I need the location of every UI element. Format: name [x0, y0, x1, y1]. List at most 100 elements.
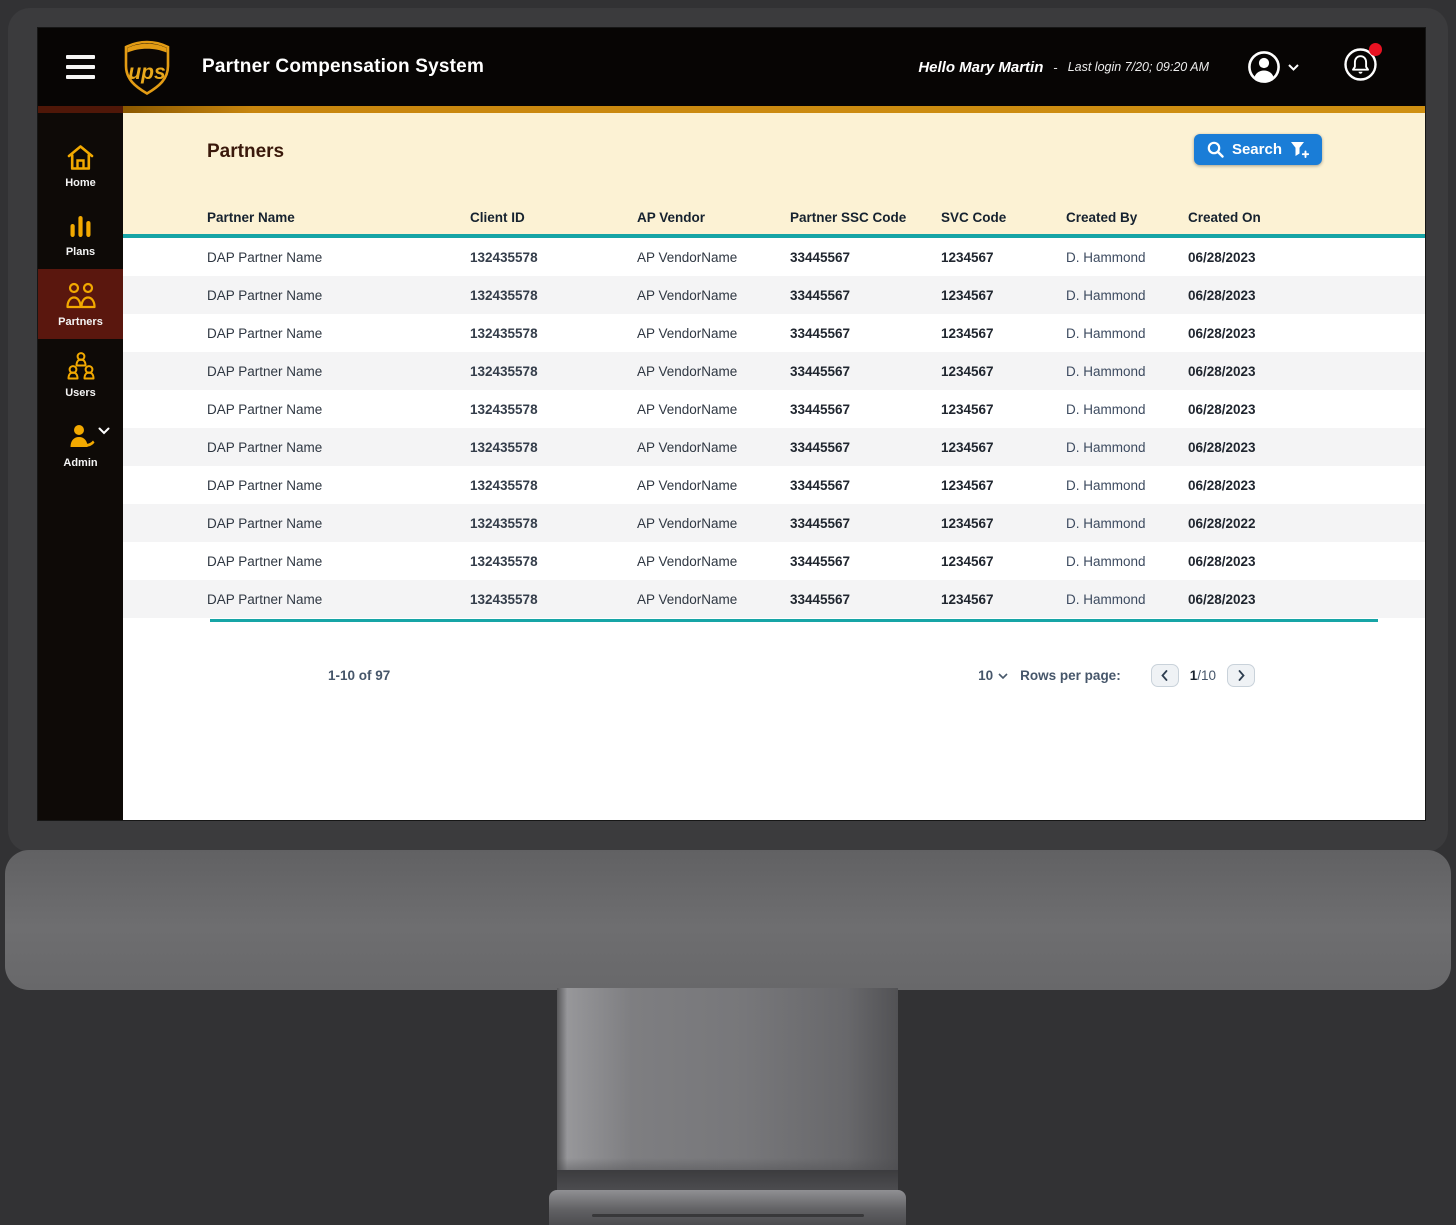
table-row[interactable]: DAP Partner Name 132435578 AP VendorName 33…: [123, 238, 1425, 276]
table-cell: D. Hammond: [1066, 363, 1146, 379]
notification-badge: [1369, 43, 1382, 56]
table-cell: DAP Partner Name: [207, 553, 323, 569]
table-cell: 06/28/2023: [1188, 477, 1256, 493]
chevron-right-icon: [1238, 670, 1245, 681]
table-cell: D. Hammond: [1066, 439, 1146, 455]
table-cell: 33445567: [790, 287, 851, 303]
table-cell: 132435578: [470, 249, 538, 265]
table-cell: DAP Partner Name: [207, 249, 323, 265]
table-cell: 132435578: [470, 325, 538, 341]
table-row[interactable]: DAP Partner Name 132435578 AP VendorName 33…: [123, 542, 1425, 580]
search-button[interactable]: Search: [1193, 134, 1322, 165]
column-header-partner-ssc-code: Partner SSC Code: [790, 210, 907, 225]
table-cell: DAP Partner Name: [207, 591, 323, 607]
table-cell: 132435578: [470, 287, 538, 303]
table-body: DAP Partner Name 132435578 AP VendorName 33…: [123, 238, 1425, 618]
next-page-button[interactable]: [1227, 664, 1255, 687]
svg-text:ups: ups: [128, 61, 165, 84]
previous-page-button[interactable]: [1150, 664, 1179, 687]
table-row[interactable]: DAP Partner Name 132435578 AP VendorName 33…: [123, 504, 1425, 542]
table-cell: 06/28/2023: [1188, 591, 1256, 607]
table-cell: 06/28/2023: [1188, 439, 1256, 455]
table-row[interactable]: DAP Partner Name 132435578 AP VendorName 33…: [123, 428, 1425, 466]
table-cell: 1234567: [941, 477, 994, 493]
table-cell: AP VendorName: [637, 325, 738, 341]
table-cell: AP VendorName: [637, 287, 738, 303]
column-header-client-id: Client ID: [470, 210, 525, 225]
table-cell: 06/28/2023: [1188, 363, 1256, 379]
table-row[interactable]: DAP Partner Name 132435578 AP VendorName 33…: [123, 276, 1425, 314]
accent-strip: [38, 106, 1425, 113]
table-cell: 132435578: [470, 515, 538, 531]
column-header-ap-vendor: AP Vendor: [637, 210, 706, 225]
table-cell: DAP Partner Name: [207, 477, 323, 493]
monitor-stand-slot: [592, 1214, 864, 1217]
table-cell: D. Hammond: [1066, 553, 1146, 569]
table-row[interactable]: DAP Partner Name 132435578 AP VendorName 33…: [123, 580, 1425, 618]
table-cell: 132435578: [470, 591, 538, 607]
monitor-chin: [5, 850, 1451, 990]
sidebar-item-label: Partners: [58, 316, 103, 328]
app-title: Partner Compensation System: [202, 56, 485, 77]
user-avatar-icon: [1248, 51, 1280, 83]
user-avatar-button[interactable]: [1247, 50, 1299, 84]
table-cell: 06/28/2023: [1188, 401, 1256, 417]
sidebar-item-partners[interactable]: Partners: [38, 269, 123, 339]
sidebar-item-home[interactable]: Home: [38, 131, 123, 200]
page-indicator: 1/10: [1190, 668, 1216, 683]
table-cell: AP VendorName: [637, 249, 738, 265]
chevron-down-icon: [1288, 63, 1299, 71]
sidebar-item-admin[interactable]: Admin: [38, 410, 123, 480]
table-cell: 33445567: [790, 515, 851, 531]
sidebar-item-label: Plans: [65, 246, 96, 258]
table-cell: 132435578: [470, 363, 538, 379]
table-cell: AP VendorName: [637, 591, 738, 607]
chevron-left-icon: [1161, 670, 1168, 681]
table-cell: 33445567: [790, 249, 851, 265]
table-cell: AP VendorName: [637, 363, 738, 379]
sidebar-item-users[interactable]: Users: [38, 339, 123, 410]
sidebar-item-label: Home: [65, 177, 96, 189]
table-bottom-divider: [210, 619, 1378, 622]
table-row[interactable]: DAP Partner Name 132435578 AP VendorName 33…: [123, 314, 1425, 352]
user-greeting: Hello Mary Martin: [918, 58, 1044, 76]
rows-per-page-select[interactable]: 10: [978, 668, 1008, 683]
table-row[interactable]: DAP Partner Name 132435578 AP VendorName 33…: [123, 390, 1425, 428]
monitor-stand-flare: [557, 1158, 898, 1192]
top-bar: ups Partner Compensation System Hello Ma…: [38, 28, 1425, 106]
table-cell: AP VendorName: [637, 553, 738, 569]
table-cell: 06/28/2023: [1188, 287, 1256, 303]
table-cell: DAP Partner Name: [207, 287, 323, 303]
chevron-down-icon: [998, 672, 1008, 679]
table-cell: 33445567: [790, 439, 851, 455]
table-cell: DAP Partner Name: [207, 363, 323, 379]
column-header-created-by: Created By: [1066, 210, 1138, 225]
rows-per-page-label: Rows per page:: [1020, 668, 1121, 683]
table-row[interactable]: DAP Partner Name 132435578 AP VendorName 33…: [123, 466, 1425, 504]
ups-logo: ups: [122, 39, 172, 96]
pagination-range-label: 1-10 of 97: [328, 668, 391, 683]
table-cell: 33445567: [790, 553, 851, 569]
table-cell: DAP Partner Name: [207, 515, 323, 531]
table-cell: DAP Partner Name: [207, 325, 323, 341]
admin-icon: [70, 425, 94, 447]
table-cell: 1234567: [941, 249, 994, 265]
notifications-button[interactable]: [1343, 43, 1382, 87]
total-pages: /10: [1197, 668, 1216, 683]
last-login-text: Last login 7/20; 09:20 AM: [1067, 60, 1209, 74]
monitor-stand-base: [549, 1190, 906, 1225]
search-button-label: Search: [1231, 141, 1282, 158]
column-header-created-on: Created On: [1188, 210, 1261, 225]
pagination: 1-10 of 97 10 Rows per page: 1/10: [123, 664, 1425, 690]
monitor-stand-neck: [557, 988, 898, 1170]
bar-chart-icon: [70, 216, 91, 237]
sidebar-item-label: Users: [65, 387, 96, 399]
table-cell: AP VendorName: [637, 515, 738, 531]
table-cell: 1234567: [941, 553, 994, 569]
column-header-svc-code: SVC Code: [941, 210, 1007, 225]
table-cell: 1234567: [941, 401, 994, 417]
table-row[interactable]: DAP Partner Name 132435578 AP VendorName 33…: [123, 352, 1425, 390]
sidebar-item-plans[interactable]: Plans: [38, 200, 123, 269]
table-cell: 132435578: [470, 477, 538, 493]
hamburger-menu-icon[interactable]: [66, 55, 95, 79]
